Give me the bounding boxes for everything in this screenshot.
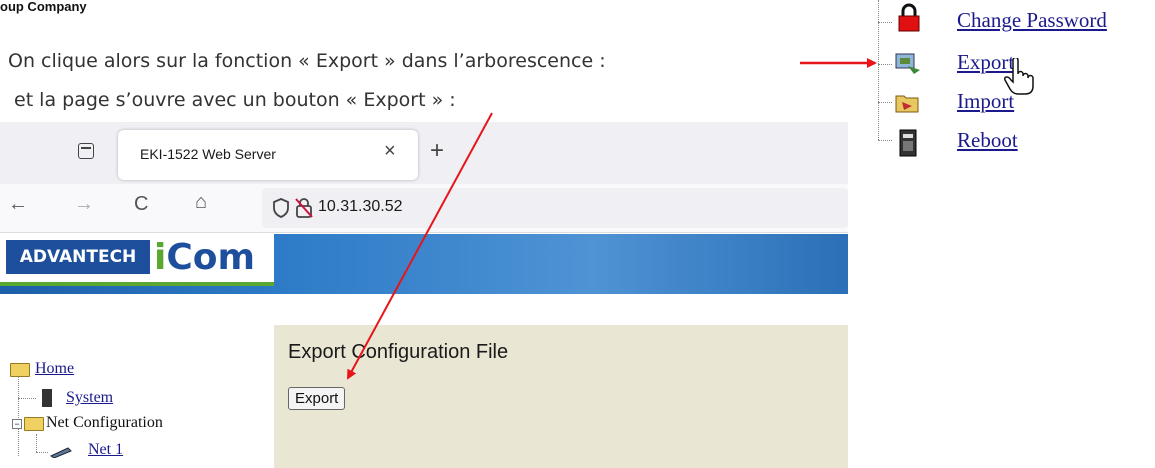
arrow-to-export-button: [347, 112, 493, 380]
annotation-arrows: [347, 58, 877, 380]
